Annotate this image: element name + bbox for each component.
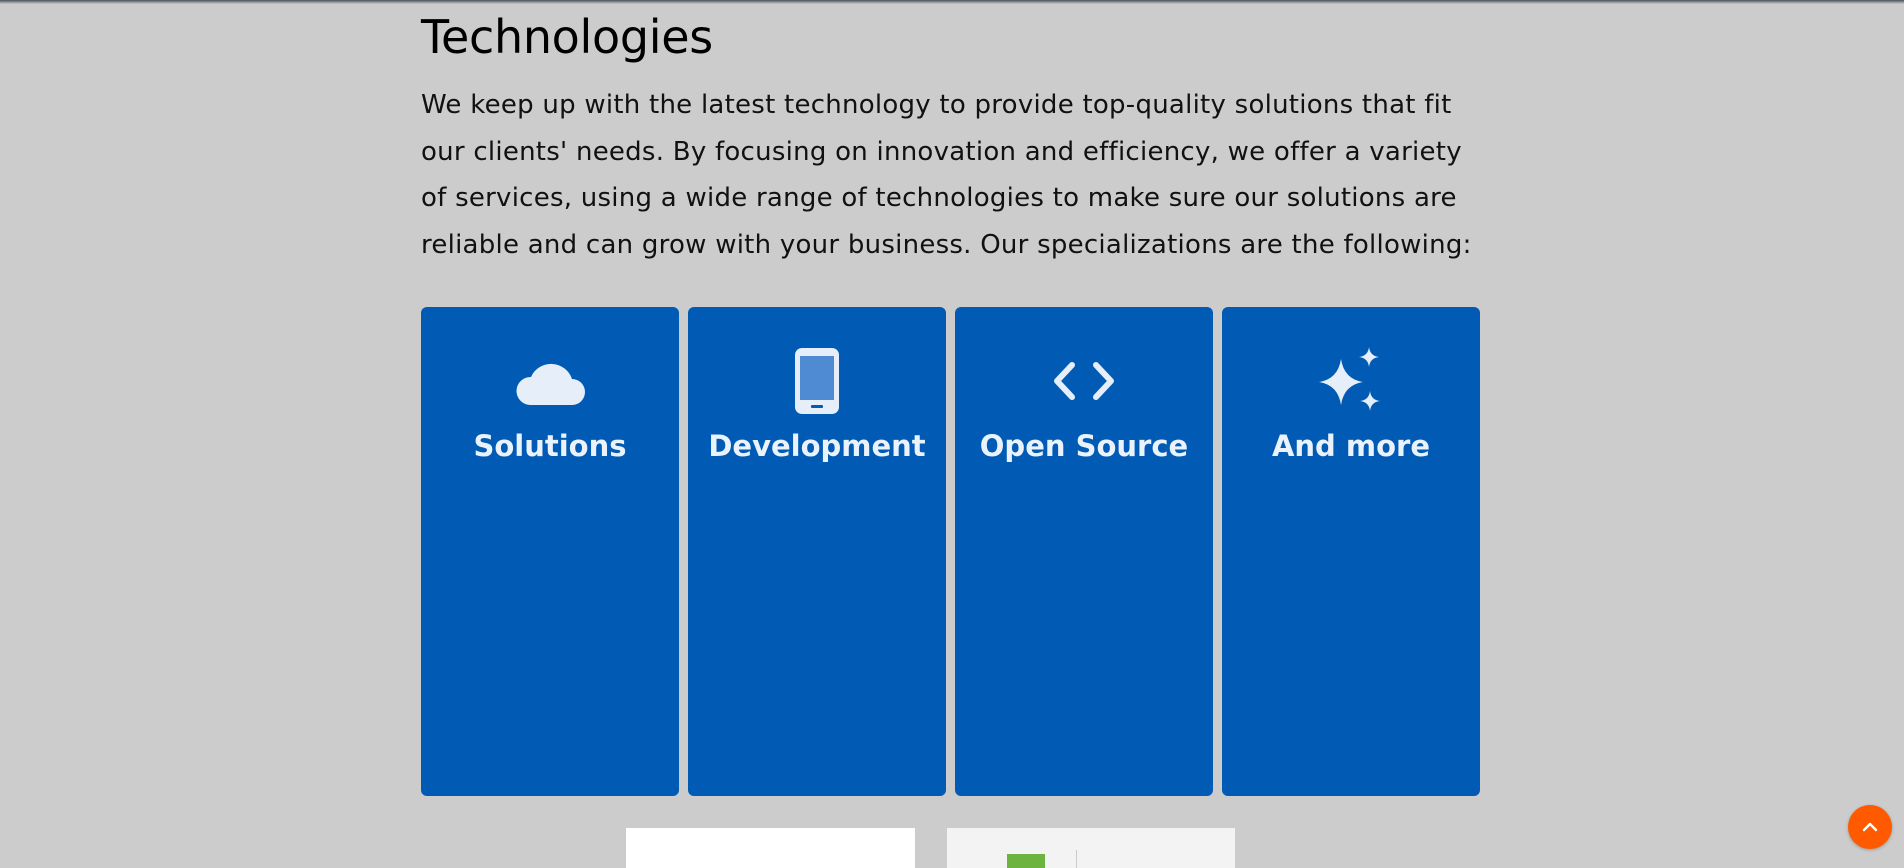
smartphone-icon: [688, 345, 946, 417]
logo-mark: [1007, 854, 1045, 868]
card-development[interactable]: Development: [688, 307, 946, 796]
section-intro: We keep up with the latest technology to…: [421, 90, 1472, 260]
top-edge-shadow: [0, 0, 1904, 4]
code-icon: [955, 345, 1213, 417]
cloud-icon: [421, 345, 679, 417]
partner-logo: [626, 828, 915, 868]
card-label: Open Source: [979, 429, 1189, 463]
section-title: Technologies: [421, 10, 713, 64]
card-label: Solutions: [473, 429, 627, 463]
card-label: And more: [1271, 429, 1431, 463]
card-and-more[interactable]: And more: [1222, 307, 1480, 796]
scroll-to-top-button[interactable]: [1848, 805, 1892, 849]
card-solutions[interactable]: Solutions: [421, 307, 679, 796]
partner-logo: [947, 828, 1235, 868]
card-label: Development: [708, 429, 926, 463]
card-open-source[interactable]: Open Source: [955, 307, 1213, 796]
chevron-up-icon: [1862, 822, 1878, 832]
specialization-cards: Solutions Development Open Source And mo…: [421, 307, 1481, 796]
logo-divider: [1076, 850, 1077, 868]
sparkles-icon: [1222, 345, 1480, 417]
